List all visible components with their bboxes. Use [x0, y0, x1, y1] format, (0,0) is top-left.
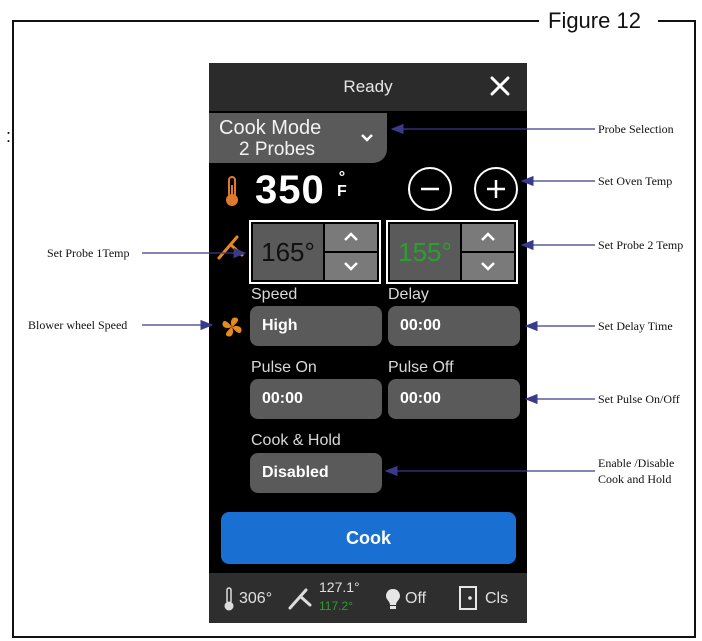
edge-mark: : — [6, 126, 12, 146]
annotation-enable-line2: Cook and Hold — [598, 472, 672, 486]
light-bulb-icon — [385, 588, 401, 615]
figure-frame-top-left — [12, 20, 539, 22]
thermometer-icon — [223, 175, 241, 207]
status-door: Cls — [485, 590, 509, 607]
minus-icon — [421, 187, 439, 191]
pulse-off-field[interactable]: 00:00 — [388, 379, 520, 419]
chevron-down-icon — [359, 131, 375, 145]
delay-field[interactable]: 00:00 — [388, 306, 520, 346]
annotation-set-delay: Set Delay Time — [598, 319, 673, 333]
chevron-down-icon — [481, 262, 495, 271]
probe2-up-button[interactable] — [462, 224, 514, 251]
probe2-setter: 155° — [386, 220, 518, 284]
pulse-on-label: Pulse On — [251, 359, 317, 376]
status-probe1: 127.1° — [319, 579, 360, 595]
header-title: Ready — [343, 77, 393, 96]
pulse-on-field[interactable]: 00:00 — [250, 379, 382, 419]
cook-button[interactable]: Cook — [221, 512, 516, 564]
cook-hold-field[interactable]: Disabled — [250, 453, 382, 493]
fan-icon — [219, 314, 245, 340]
plus-icon — [487, 180, 505, 198]
cook-hold-label: Cook & Hold — [251, 432, 341, 449]
cook-mode-button[interactable]: Cook Mode 2 Probes — [209, 113, 387, 163]
decrease-oven-temp-button[interactable] — [408, 167, 452, 211]
cook-mode-label: Cook Mode — [219, 117, 322, 139]
increase-oven-temp-button[interactable] — [474, 167, 518, 211]
status-light: Off — [405, 590, 427, 607]
oven-temp-unit: ° F — [337, 170, 347, 200]
annotation-set-probe2: Set Probe 2 Temp — [598, 238, 684, 252]
speed-label: Speed — [251, 286, 298, 303]
fahrenheit-symbol: F — [337, 183, 347, 200]
probe-icon — [287, 585, 313, 616]
annotation-set-oven-temp: Set Oven Temp — [598, 174, 673, 188]
controller-screen: Ready Cook Mode 2 Probes 350 ° F 165° 15… — [209, 63, 527, 623]
figure-frame-top-right — [658, 20, 694, 22]
pulse-off-label: Pulse Off — [388, 359, 454, 376]
probe1-down-button[interactable] — [325, 253, 377, 280]
chevron-up-icon — [481, 232, 495, 241]
delay-label: Delay — [388, 286, 429, 303]
annotation-set-pulse: Set Pulse On/Off — [598, 392, 680, 406]
status-probe2: 117.2° — [319, 599, 353, 613]
probe1-value[interactable]: 165° — [253, 224, 323, 280]
status-bar: 306° 127.1° 117.2° Off Cls — [209, 573, 527, 623]
speed-field[interactable]: High — [250, 306, 382, 346]
chevron-up-icon — [344, 232, 358, 241]
annotation-enable-line1: Enable /Disable — [598, 456, 675, 470]
probe2-down-button[interactable] — [462, 253, 514, 280]
oven-temp-value: 350 — [255, 168, 325, 212]
thermometer-icon — [223, 587, 235, 616]
cook-mode-value: 2 Probes — [239, 139, 316, 160]
status-oven-temp: 306° — [239, 590, 273, 607]
probe1-setter: 165° — [249, 220, 381, 284]
probe1-up-button[interactable] — [325, 224, 377, 251]
figure-title: Figure 12 — [548, 8, 641, 33]
close-icon[interactable] — [485, 71, 515, 101]
annotation-blower: Blower wheel Speed — [28, 318, 128, 332]
annotation-probe-selection: Probe Selection — [598, 122, 674, 136]
annotation-set-probe1: Set Probe 1Temp — [47, 246, 130, 260]
probe2-value[interactable]: 155° — [390, 224, 460, 280]
probe-icon — [215, 231, 245, 261]
chevron-down-icon — [344, 262, 358, 271]
header-bar: Ready — [209, 63, 527, 111]
door-icon — [459, 586, 477, 615]
